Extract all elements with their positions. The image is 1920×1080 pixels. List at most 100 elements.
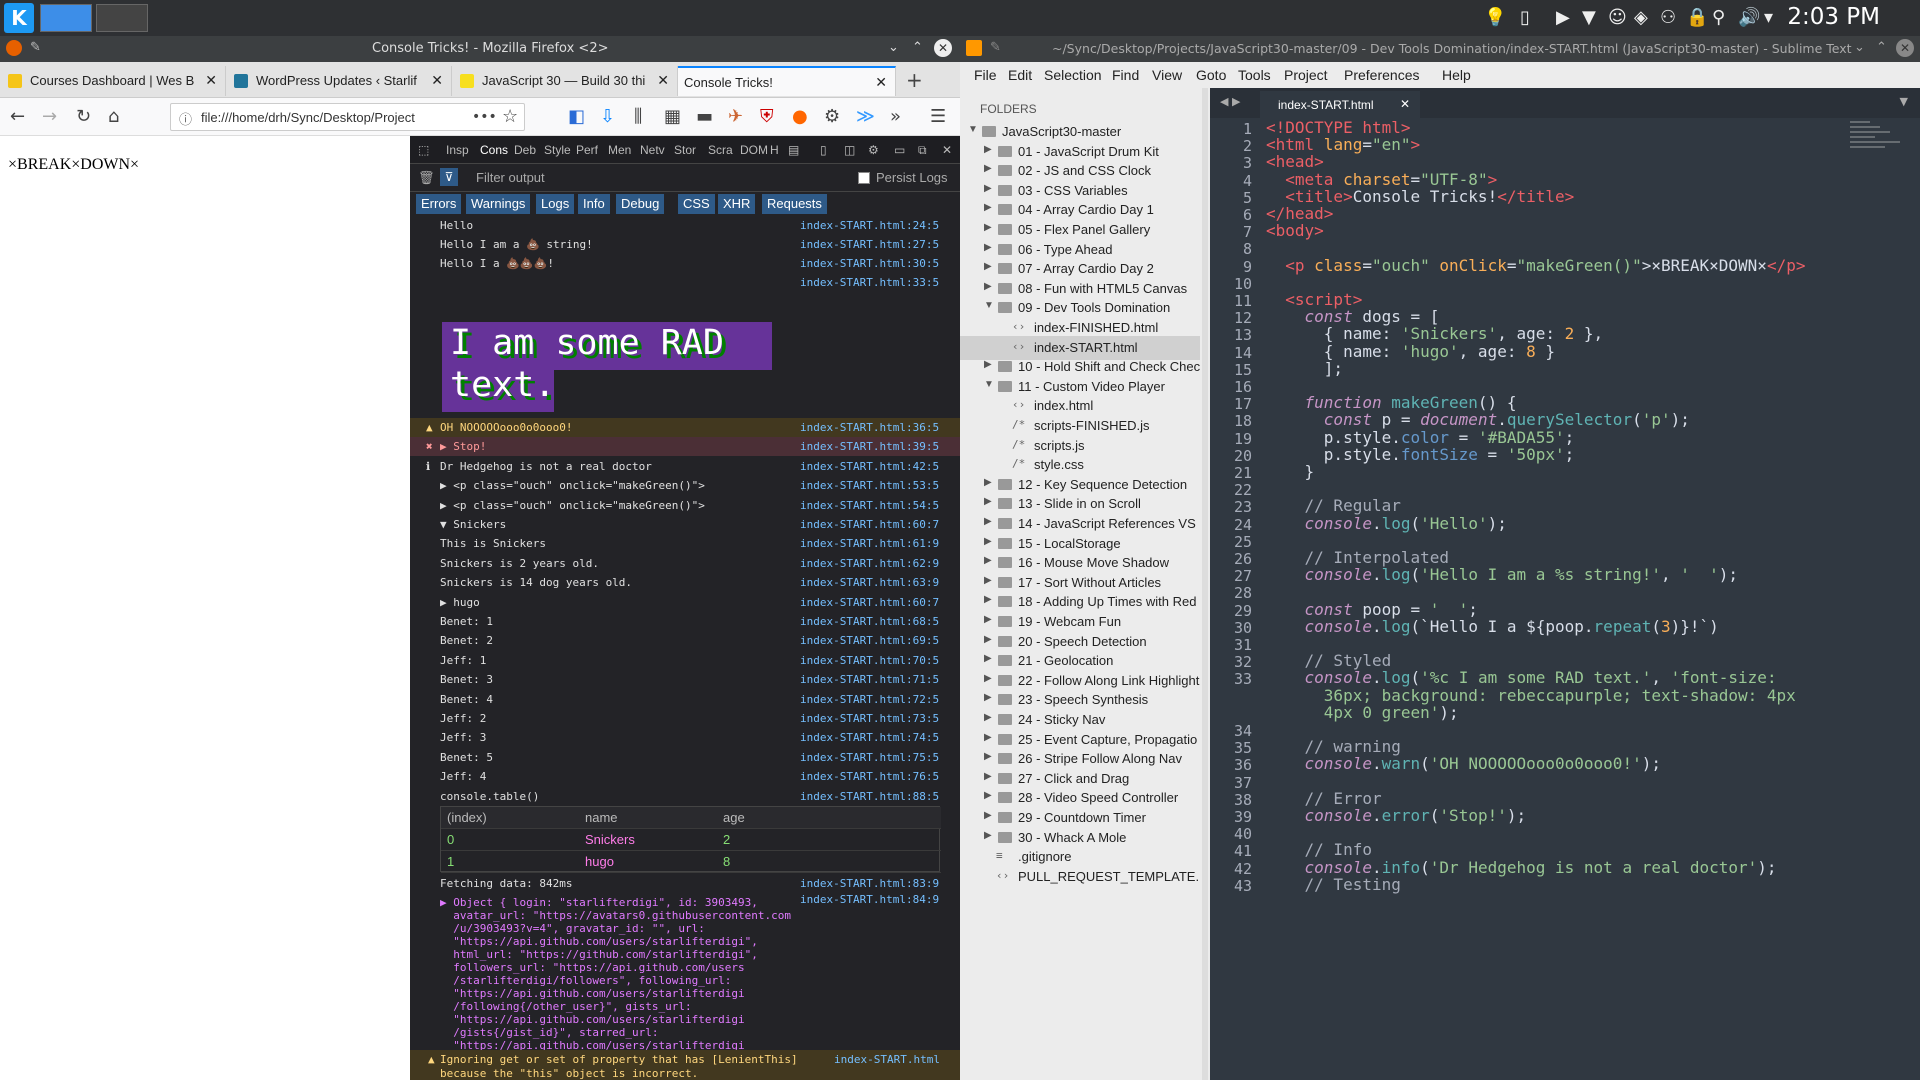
chevron-right-icon[interactable]: ▶ [984, 222, 992, 233]
log-source-link[interactable]: index-START.html:88:5 [800, 790, 939, 803]
tab-storage[interactable]: Stor [674, 143, 696, 157]
log-entry[interactable]: index-START.html:33:5 [410, 273, 960, 292]
menu-goto[interactable]: Goto [1196, 67, 1226, 83]
chevron-right-icon[interactable]: ▶ [984, 771, 992, 782]
back-icon[interactable]: ← [10, 106, 25, 127]
tab-courses-dashboard[interactable]: Courses Dashboard | Wes B ✕ [0, 66, 226, 96]
chevron-right-icon[interactable]: ▶ [984, 732, 992, 743]
minimize-icon[interactable]: ⌄ [888, 40, 899, 55]
log-source-link[interactable]: index-START.html:36:5 [800, 421, 939, 434]
tab-h[interactable]: H [770, 143, 779, 157]
tab-wordpress-updates[interactable]: WordPress Updates ‹ Starlif ✕ [226, 66, 452, 96]
menu-preferences[interactable]: Preferences [1344, 67, 1419, 83]
log-source-link[interactable]: index-START.html [834, 1053, 940, 1066]
filter-logs[interactable]: Logs [536, 194, 575, 214]
filter-xhr[interactable]: XHR [718, 194, 756, 214]
log-entry-log[interactable]: Benet: 1 index-START.html:68:5 [410, 612, 960, 631]
tab-inspector[interactable]: Insp [446, 143, 469, 157]
menu-edit[interactable]: Edit [1008, 67, 1032, 83]
log-source-link[interactable]: index-START.html:27:5 [800, 238, 939, 251]
download-icon[interactable]: ⇩ [600, 106, 615, 127]
log-source-link[interactable]: index-START.html:60:7 [800, 518, 939, 531]
tab-scratchpad[interactable]: Scra [708, 143, 733, 157]
log-entry-log[interactable]: console.table() index-START.html:88:5 [410, 787, 960, 806]
chevron-down-icon[interactable]: ▼ [984, 300, 994, 311]
tab-memory[interactable]: Men [608, 143, 631, 157]
log-source-link[interactable]: index-START.html:84:9 [800, 893, 939, 906]
log-entry-log[interactable]: ▶ <p class="ouch" onclick="makeGreen()">… [410, 476, 960, 495]
log-entry-log[interactable]: ▶ hugo index-START.html:60:7 [410, 593, 960, 612]
close-window-icon[interactable]: ✕ [934, 39, 952, 57]
phone-icon[interactable]: ▯ [1520, 7, 1530, 28]
log-entry-log[interactable]: Benet: 4 index-START.html:72:5 [410, 690, 960, 709]
log-source-link[interactable]: index-START.html:68:5 [800, 615, 939, 628]
log-source-link[interactable]: index-START.html:73:5 [800, 712, 939, 725]
close-tab-icon[interactable]: ✕ [1400, 97, 1410, 111]
log-source-link[interactable]: index-START.html:83:9 [800, 877, 939, 890]
menu-file[interactable]: File [974, 67, 997, 83]
log-source-link[interactable]: index-START.html:61:9 [800, 537, 939, 550]
maximize-icon[interactable]: ⌃ [1876, 40, 1887, 55]
info-icon[interactable]: ⓘ [179, 109, 192, 128]
chevron-right-icon[interactable]: ▶ [984, 359, 992, 370]
chevron-right-icon[interactable]: ▶ [984, 163, 992, 174]
log-entry-log[interactable]: Jeff: 1 index-START.html:70:5 [410, 651, 960, 670]
tab-nav-arrows-icon[interactable]: ◀ ▶ [1220, 95, 1240, 108]
virtual-desktop-1[interactable] [40, 4, 92, 32]
close-tab-icon[interactable]: ✕ [205, 72, 217, 89]
chevron-right-icon[interactable]: ▶ [984, 202, 992, 213]
new-tab-icon[interactable]: + [906, 68, 923, 92]
filter-requests[interactable]: Requests [762, 194, 827, 214]
tracking-icon[interactable]: ✈ [728, 106, 743, 127]
chevron-right-icon[interactable]: ▶ [984, 555, 992, 566]
tab-dropdown-icon[interactable]: ▼ [1900, 95, 1908, 108]
dock-icon[interactable]: ▭ [894, 143, 905, 157]
log-source-link[interactable]: index-START.html:54:5 [800, 499, 939, 512]
minimize-icon[interactable]: ⌄ [1854, 40, 1865, 55]
picker-icon[interactable]: ⬚ [418, 143, 429, 157]
log-entry[interactable]: Hello I a 💩💩💩! index-START.html:30:5 [410, 254, 960, 273]
bitwarden-icon[interactable]: ◧ [568, 106, 585, 127]
lenient-warning[interactable]: ▲ Ignoring get or set of property that h… [410, 1050, 960, 1080]
link-icon[interactable]: ⚲ [1712, 7, 1725, 28]
menu-tools[interactable]: Tools [1238, 67, 1271, 83]
chevron-down-icon[interactable]: ▼ [968, 124, 978, 135]
chevron-right-icon[interactable]: ▶ [984, 830, 992, 841]
filter-warnings[interactable]: Warnings [466, 194, 531, 214]
close-tab-icon[interactable]: ✕ [657, 72, 669, 89]
log-entry-log[interactable]: Jeff: 2 index-START.html:73:5 [410, 709, 960, 728]
responsive-icon[interactable]: ▯ [820, 143, 827, 157]
lock-icon[interactable]: 🔒 [1686, 7, 1708, 28]
extension-icon[interactable]: ≫ [856, 106, 875, 127]
tab-console[interactable]: Cons [480, 143, 508, 157]
chevron-right-icon[interactable]: ▶ [984, 712, 992, 723]
log-source-link[interactable]: index-START.html:30:5 [800, 257, 939, 270]
application-launcher-icon[interactable]: K [4, 3, 34, 33]
minimap[interactable] [1850, 118, 1910, 318]
menu-selection[interactable]: Selection [1044, 67, 1102, 83]
log-source-link[interactable]: index-START.html:33:5 [800, 276, 939, 289]
smiley-icon[interactable]: ☺ [1608, 7, 1627, 28]
chevron-right-icon[interactable]: ▶ [984, 536, 992, 547]
chevron-right-icon[interactable]: ▶ [984, 614, 992, 625]
log-entry-info[interactable]: ℹ Dr Hedgehog is not a real doctor index-S… [410, 457, 960, 476]
tab-dom[interactable]: DOM [740, 143, 768, 157]
code-area[interactable]: <!DOCTYPE html> <html lang="en"> <head> <m… [1210, 118, 1850, 1078]
log-entry-warn[interactable]: ▲ OH NOOOOOooo0o0ooo0! index-START.html:36… [410, 418, 960, 437]
log-source-link[interactable]: index-START.html:70:5 [800, 654, 939, 667]
tab-style-editor[interactable]: Style [544, 143, 571, 157]
pin-icon[interactable]: ✎ [990, 40, 1001, 55]
log-entry-log[interactable]: Jeff: 4 index-START.html:76:5 [410, 767, 960, 786]
tab-performance[interactable]: Perf [576, 143, 598, 157]
chevron-right-icon[interactable]: ▶ [984, 634, 992, 645]
forward-icon[interactable]: → [42, 106, 57, 127]
chevron-right-icon[interactable]: ▶ [984, 144, 992, 155]
bulb-icon[interactable]: 💡 [1484, 7, 1506, 28]
home-icon[interactable]: ⌂ [108, 106, 119, 127]
chevron-right-icon[interactable]: ▶ [984, 810, 992, 821]
maximize-icon[interactable]: ⌃ [912, 40, 923, 55]
page-actions-icon[interactable]: ••• [472, 109, 497, 125]
close-window-icon[interactable]: ✕ [1896, 39, 1914, 57]
chevron-right-icon[interactable]: ▶ [984, 594, 992, 605]
log-source-link[interactable]: index-START.html:24:5 [800, 219, 939, 232]
